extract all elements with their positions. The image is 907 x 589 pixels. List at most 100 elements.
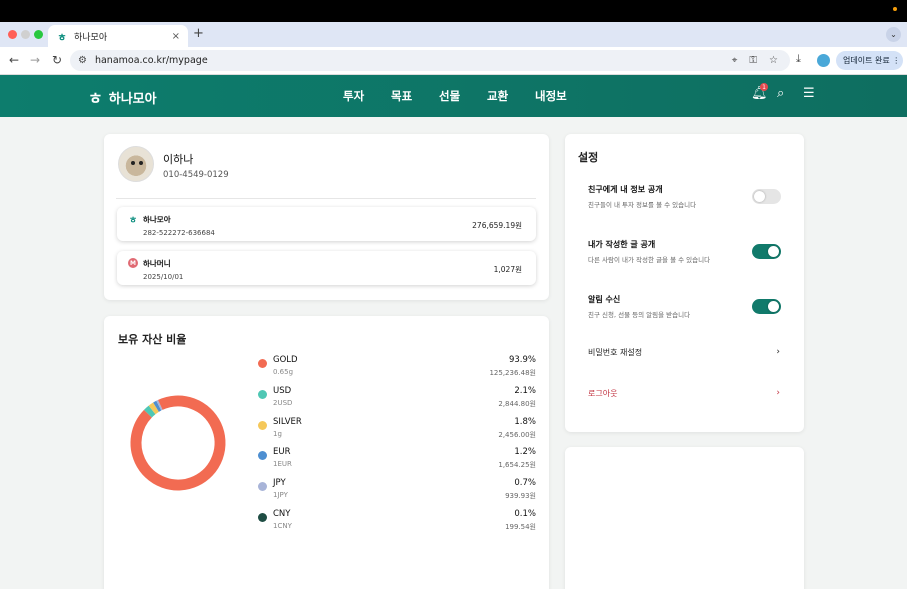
search-icon[interactable]: ⌕ — [777, 86, 784, 101]
avatar — [118, 146, 154, 182]
update-button[interactable]: 업데이트 완료 ⋮ — [836, 51, 903, 70]
legend-dot — [258, 359, 267, 368]
asset-value: 2,456.00원 — [498, 430, 536, 439]
bookmark-star-icon[interactable]: ☆ — [769, 55, 778, 66]
browser-toolbar: ← → ↻ ⚙ hanamoa.co.kr/mypage ⌖ ⚿ ☆ ⤓ 업데이… — [0, 47, 907, 75]
account-name: 하나모아 — [143, 215, 171, 224]
back-icon[interactable]: ← — [9, 53, 19, 67]
password-reset-label: 비밀번호 재설정 — [588, 348, 643, 357]
asset-row-jpy: JPY 1JPY 0.7% 939.93원 — [256, 478, 536, 504]
hanamoney-icon: M — [128, 258, 138, 268]
account-balance: 1,027원 — [493, 265, 522, 274]
account-balance: 276,659.19원 — [472, 221, 522, 230]
hanamoa-favicon-icon: ㅎ — [57, 32, 67, 44]
nav-exchange[interactable]: 교환 — [487, 88, 508, 104]
share-posts-toggle[interactable] — [752, 244, 781, 259]
site-settings-icon[interactable]: ⚙ — [78, 55, 87, 66]
account-card-hanamoa[interactable]: ㅎ 하나모아 282-522272-636684 276,659.19원 — [117, 207, 536, 241]
chevron-right-icon: › — [776, 388, 780, 398]
profile-card: 이하나 010-4549-0129 ㅎ 하나모아 282-522272-6366… — [104, 134, 549, 300]
hamburger-menu-icon[interactable]: ☰ — [803, 86, 815, 101]
user-name: 이하나 — [163, 153, 194, 166]
tab-search-icon[interactable]: ⌄ — [886, 27, 901, 42]
app-header: ㅎ 하나모아 투자 목표 선물 교환 내정보 🔔︎ ⌕ ☰ — [0, 75, 907, 117]
nav-invest[interactable]: 투자 — [343, 88, 364, 104]
donut-slice-usd — [130, 395, 226, 491]
hanamoa-icon: ㅎ — [128, 215, 138, 226]
minimize-window-icon[interactable] — [21, 30, 30, 39]
legend-dot — [258, 513, 267, 522]
notifications-toggle[interactable] — [752, 299, 781, 314]
legend-dot — [258, 420, 267, 430]
nav-my-info[interactable]: 내정보 — [535, 88, 567, 104]
asset-value: 939.93원 — [505, 492, 536, 501]
empty-card — [565, 447, 804, 589]
asset-row-cny: CNY 1CNY 0.1% 199.54원 — [256, 509, 536, 535]
donut-slice-cny — [130, 395, 226, 491]
asset-percent: 0.7% — [514, 478, 536, 489]
location-icon[interactable]: ⌖ — [732, 55, 738, 66]
account-date: 2025/10/01 — [143, 273, 184, 281]
asset-percent: 1.2% — [514, 447, 536, 458]
asset-quantity: 2USD — [273, 398, 293, 407]
asset-row-silver: SILVER 1g 1.8% 2,456.00원 — [256, 417, 536, 443]
legend-dot — [258, 389, 267, 399]
asset-row-gold: GOLD 0.65g 93.9% 125,236.48원 — [256, 355, 536, 381]
hanamoa-logo-icon: ㅎ — [88, 89, 103, 108]
page-body: 이하나 010-4549-0129 ㅎ 하나모아 282-522272-6366… — [0, 117, 907, 589]
settings-title: 설정 — [578, 151, 599, 164]
logout-label: 로그아웃 — [588, 389, 618, 398]
screen: ㅎ 하나모아 × + ⌄ ← → ↻ ⚙ hanamoa.co.kr/mypag… — [0, 0, 907, 589]
forward-icon[interactable]: → — [30, 53, 40, 67]
chevron-right-icon: › — [776, 347, 780, 357]
nav-goal[interactable]: 목표 — [391, 88, 412, 104]
tab-strip: ㅎ 하나모아 × + ⌄ — [0, 22, 907, 47]
asset-quantity: 1EUR — [273, 460, 292, 469]
nav-gift[interactable]: 선물 — [439, 88, 460, 104]
legend-dot — [258, 451, 267, 461]
asset-row-usd: USD 2USD 2.1% 2,844.80원 — [256, 386, 536, 412]
logout-link[interactable]: 로그아웃 › — [588, 388, 780, 399]
setting-title: 내가 작성한 글 공개 — [588, 240, 656, 249]
asset-value: 199.54원 — [505, 523, 536, 531]
notification-badge: 1 — [760, 83, 768, 91]
asset-quantity: 1g — [273, 429, 282, 438]
close-window-icon[interactable] — [8, 30, 17, 39]
logo[interactable]: ㅎ 하나모아 — [88, 85, 157, 109]
password-key-icon[interactable]: ⚿ — [749, 55, 757, 66]
asset-percent: 1.8% — [514, 416, 536, 427]
password-reset-link[interactable]: 비밀번호 재설정 › — [588, 347, 780, 358]
legend-dot — [258, 482, 267, 492]
asset-quantity: 1JPY — [273, 491, 288, 500]
share-info-toggle[interactable] — [752, 189, 781, 204]
asset-row-eur: EUR 1EUR 1.2% 1,654.25원 — [256, 447, 536, 473]
setting-desc: 다른 사람이 내가 작성한 글을 볼 수 있습니다 — [588, 256, 711, 264]
asset-quantity: 1CNY — [273, 522, 292, 530]
setting-desc: 친구들이 내 투자 정보를 볼 수 있습니다 — [588, 201, 697, 209]
asset-ratio-title: 보유 자산 비율 — [118, 333, 187, 346]
account-number: 282-522272-636684 — [143, 229, 215, 237]
asset-ratio-card: 보유 자산 비율 GOLD 0.65g 93.9% 125,236.48원 USD 2US… — [104, 316, 549, 589]
tab-close-icon[interactable]: × — [172, 31, 180, 42]
asset-name: EUR — [273, 447, 291, 458]
profile-avatar-icon[interactable] — [817, 54, 830, 67]
address-bar[interactable]: ⚙ hanamoa.co.kr/mypage ⌖ ⚿ ☆ — [70, 50, 790, 71]
new-tab-button[interactable]: + — [193, 26, 204, 41]
setting-title: 친구에게 내 정보 공개 — [588, 185, 663, 194]
setting-desc: 친구 신청, 선물 등의 알림을 받습니다 — [588, 311, 691, 319]
donut-slice-jpy — [130, 395, 226, 491]
system-bar — [0, 0, 907, 22]
asset-name: CNY — [273, 509, 291, 519]
browser-tab[interactable]: ㅎ 하나모아 × — [48, 25, 188, 47]
reload-icon[interactable]: ↻ — [52, 53, 62, 67]
asset-percent: 0.1% — [514, 509, 536, 519]
donut-slice-eur — [130, 395, 226, 491]
asset-name: SILVER — [273, 416, 302, 427]
url-text: hanamoa.co.kr/mypage — [94, 55, 208, 66]
download-icon[interactable]: ⤓ — [796, 52, 801, 66]
asset-quantity: 0.65g — [273, 368, 294, 376]
account-card-hanamoney[interactable]: M 하나머니 2025/10/01 1,027원 — [117, 251, 536, 285]
account-name: 하나머니 — [143, 259, 171, 268]
tab-title: 하나모아 — [74, 32, 108, 43]
maximize-window-icon[interactable] — [34, 30, 43, 39]
